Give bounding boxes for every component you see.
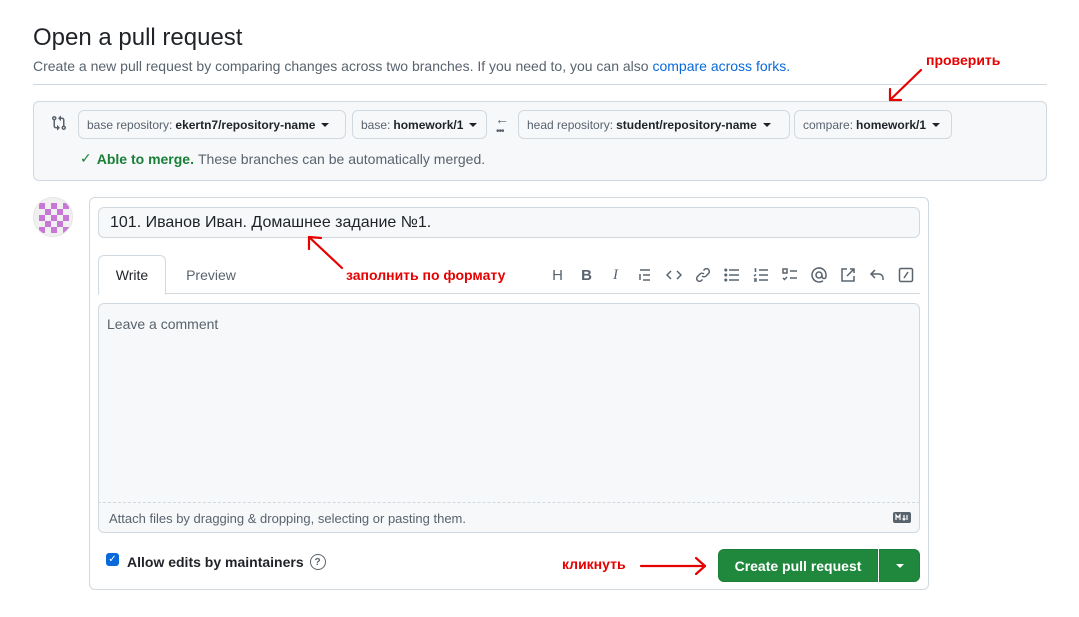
heading-label: H xyxy=(552,266,563,284)
compare-branch-value: homework/1 xyxy=(856,117,927,132)
identicon-icon xyxy=(34,198,72,236)
head-repository-select[interactable]: head repository: student/repository-name xyxy=(518,110,790,139)
bold-icon[interactable]: B xyxy=(572,264,601,286)
chevron-down-icon xyxy=(762,122,771,127)
editor-tabs: Write Preview H B I xyxy=(98,255,920,295)
cross-reference-icon[interactable] xyxy=(833,264,862,286)
heading-icon[interactable]: H xyxy=(543,264,572,286)
base-branch-label: base: xyxy=(361,117,391,132)
create-pull-request-button[interactable]: Create pull request xyxy=(718,549,878,582)
allow-edits-label: Allow edits by maintainers xyxy=(127,554,304,570)
merge-status-text: These branches can be automatically merg… xyxy=(197,150,486,167)
code-icon[interactable] xyxy=(659,264,688,286)
question-icon[interactable]: ? xyxy=(309,554,326,570)
page-title: Open a pull request xyxy=(33,24,243,51)
unordered-list-icon[interactable] xyxy=(717,264,746,286)
allow-edits-option[interactable]: ✓ Allow edits by maintainers ? xyxy=(106,552,326,570)
chevron-down-icon xyxy=(469,122,478,127)
attach-files-bar[interactable]: Attach files by dragging & dropping, sel… xyxy=(98,502,920,533)
compare-branch-label: compare: xyxy=(803,117,854,132)
base-repository-value: ekertn7/repository-name xyxy=(175,117,316,132)
ellipsis-icon: ••• xyxy=(496,126,504,137)
tab-write[interactable]: Write xyxy=(98,255,166,295)
subtitle-text: Create a new pull request by comparing c… xyxy=(33,58,653,74)
annotation-fill-format: заполнить по формату xyxy=(346,267,506,283)
reply-icon[interactable] xyxy=(862,264,891,286)
annotation-click: кликнуть xyxy=(562,556,626,572)
italic-icon[interactable]: I xyxy=(601,264,630,286)
git-compare-icon xyxy=(52,115,67,131)
link-icon[interactable] xyxy=(688,264,717,286)
bold-label: B xyxy=(581,266,592,284)
attach-files-text: Attach files by dragging & dropping, sel… xyxy=(109,511,466,526)
markdown-toolbar: H B I xyxy=(543,264,920,286)
tab-preview[interactable]: Preview xyxy=(166,255,256,294)
ordered-list-icon[interactable] xyxy=(746,264,775,286)
compare-across-forks-link[interactable]: compare across forks. xyxy=(652,58,790,74)
comment-placeholder: Leave a comment xyxy=(107,316,219,332)
check-icon: ✓ xyxy=(80,150,92,166)
quote-icon[interactable] xyxy=(630,264,659,286)
base-repository-select[interactable]: base repository: ekertn7/repository-name xyxy=(78,110,346,139)
mention-icon[interactable] xyxy=(804,264,833,286)
pr-title-input[interactable] xyxy=(98,207,920,238)
comment-textarea[interactable]: Leave a comment xyxy=(98,303,920,531)
task-list-icon[interactable] xyxy=(775,264,804,286)
allow-edits-checkbox[interactable]: ✓ xyxy=(106,552,119,566)
markdown-icon[interactable] xyxy=(893,512,911,523)
annotation-arrow-check-icon xyxy=(888,68,923,102)
merge-status-ok: Able to merge. xyxy=(96,150,194,167)
italic-label: I xyxy=(613,266,618,283)
create-options-dropdown[interactable] xyxy=(879,549,920,582)
base-branch-value: homework/1 xyxy=(393,117,464,132)
pull-request-form: Write Preview H B I xyxy=(89,197,929,590)
compare-branch-select[interactable]: compare: homework/1 xyxy=(794,110,952,139)
arrow-left-icon: ← xyxy=(495,111,509,127)
head-repository-label: head repository: xyxy=(527,117,614,132)
branch-range-panel: base repository: ekertn7/repository-name… xyxy=(33,101,1047,181)
base-repository-label: base repository: xyxy=(87,117,173,132)
slash-command-icon[interactable] xyxy=(891,264,920,286)
avatar[interactable] xyxy=(33,197,73,237)
page-subtitle: Create a new pull request by comparing c… xyxy=(33,58,790,74)
chevron-down-icon xyxy=(895,563,904,568)
chevron-down-icon xyxy=(932,122,941,127)
annotation-check: проверить xyxy=(926,52,1001,68)
divider xyxy=(33,84,1047,85)
merge-status: ✓ Able to merge. These branches can be a… xyxy=(80,150,485,167)
chevron-down-icon xyxy=(321,122,330,127)
head-repository-value: student/repository-name xyxy=(616,117,757,132)
base-branch-select[interactable]: base: homework/1 xyxy=(352,110,487,139)
